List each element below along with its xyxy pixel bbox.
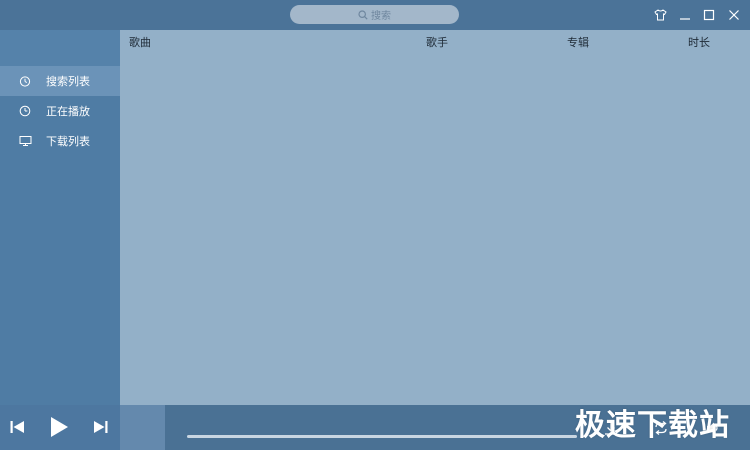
sidebar-item-search-list[interactable]: 搜索列表 xyxy=(0,66,120,96)
player-controls xyxy=(0,405,120,450)
skin-icon xyxy=(653,9,667,21)
album-cover[interactable] xyxy=(120,405,165,450)
progress-bar[interactable] xyxy=(187,435,577,438)
column-header-album[interactable]: 专辑 xyxy=(567,34,589,50)
song-table: 歌曲 歌手 专辑 时长 xyxy=(120,30,750,405)
next-icon xyxy=(94,421,108,433)
next-button[interactable] xyxy=(92,418,110,436)
maximize-icon xyxy=(703,9,715,21)
sidebar: 搜索列表 正在播放 下载列表 xyxy=(0,30,120,405)
stopwatch-icon xyxy=(18,74,32,88)
sidebar-header xyxy=(0,30,120,66)
sidebar-item-label: 正在播放 xyxy=(46,105,90,118)
close-icon xyxy=(729,10,739,20)
close-button[interactable] xyxy=(726,7,742,23)
minimize-button[interactable] xyxy=(677,7,693,23)
play-icon xyxy=(51,417,68,437)
play-button[interactable] xyxy=(47,415,71,439)
sidebar-item-download-list[interactable]: 下载列表 xyxy=(0,126,120,156)
previous-icon xyxy=(10,421,24,433)
minimize-icon xyxy=(680,18,690,20)
skin-button[interactable] xyxy=(652,7,668,23)
sidebar-item-label: 搜索列表 xyxy=(46,75,90,88)
search-placeholder: 搜索 xyxy=(371,11,391,22)
maximize-button[interactable] xyxy=(701,7,717,23)
watermark-logo: 极速下载站 xyxy=(575,408,730,443)
clock-icon xyxy=(18,104,32,118)
column-header-song[interactable]: 歌曲 xyxy=(129,34,151,50)
previous-button[interactable] xyxy=(8,418,26,436)
title-bar: 搜索 xyxy=(0,0,750,30)
search-box[interactable]: 搜索 xyxy=(290,5,459,24)
column-header-artist[interactable]: 歌手 xyxy=(426,34,448,50)
search-icon xyxy=(358,9,368,20)
monitor-icon xyxy=(18,134,32,148)
sidebar-item-label: 下载列表 xyxy=(46,135,90,148)
column-header-duration[interactable]: 时长 xyxy=(688,34,710,50)
sidebar-item-now-playing[interactable]: 正在播放 xyxy=(0,96,120,126)
